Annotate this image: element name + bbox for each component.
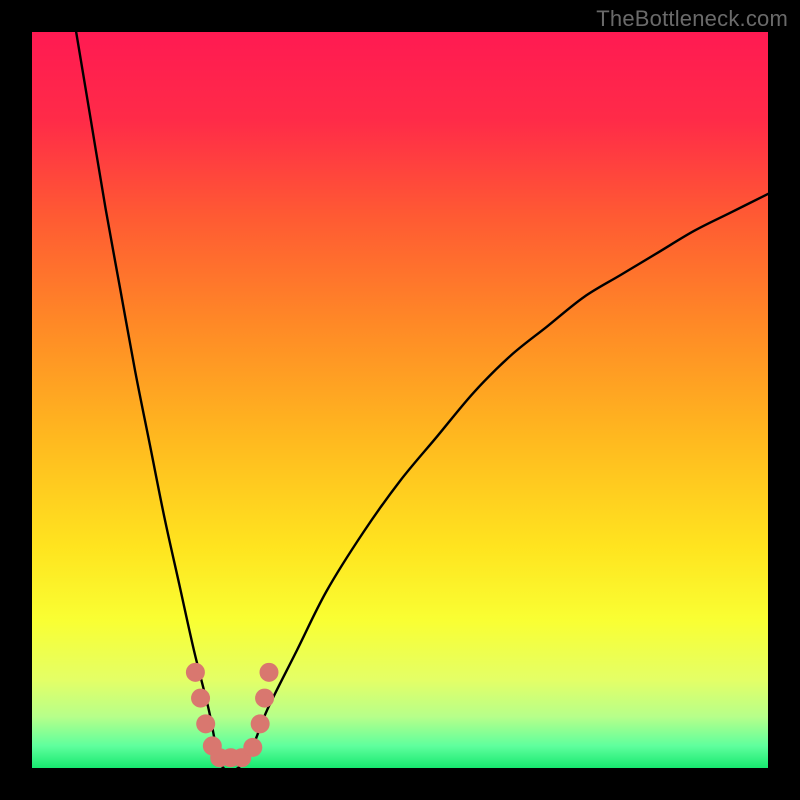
highlight-dot bbox=[196, 714, 215, 733]
highlight-dot bbox=[255, 689, 274, 708]
plot-area bbox=[32, 32, 768, 768]
highlight-dot bbox=[186, 663, 205, 682]
highlight-dot bbox=[191, 689, 210, 708]
watermark-text: TheBottleneck.com bbox=[596, 6, 788, 32]
chart-frame: TheBottleneck.com bbox=[0, 0, 800, 800]
bottleneck-curve bbox=[76, 32, 768, 771]
highlight-dot bbox=[259, 663, 278, 682]
highlight-dot bbox=[243, 738, 262, 757]
curve-layer bbox=[32, 32, 768, 768]
highlight-dot bbox=[251, 714, 270, 733]
